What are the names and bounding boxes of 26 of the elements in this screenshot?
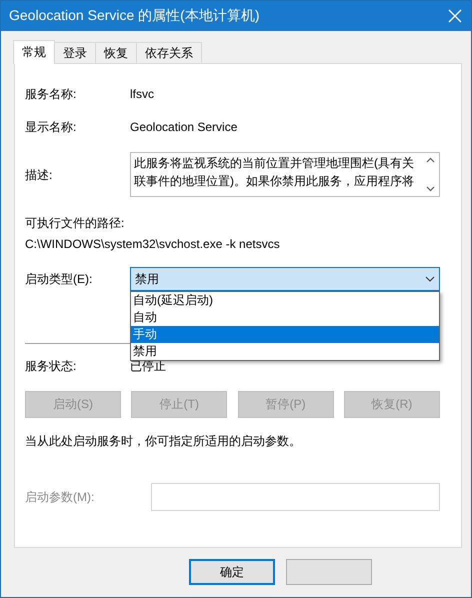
scroll-up-icon[interactable]: [426, 157, 435, 163]
field-label: 可执行文件的路径:: [25, 215, 126, 231]
dropdown-option[interactable]: 禁用: [131, 343, 439, 360]
field-label: 描述:: [25, 166, 54, 182]
status-value: 已停止: [130, 358, 166, 374]
tab[interactable]: 依存关系: [136, 42, 202, 63]
field-value: lfsvc: [130, 86, 154, 102]
hint-text: 当从此处启动服务时，你可指定所适用的启动参数。: [25, 433, 302, 449]
field-label: 启动类型(E):: [25, 271, 94, 287]
tab[interactable]: 常规: [13, 40, 55, 64]
field-label: 启动参数(M):: [25, 489, 96, 505]
field-value: Geolocation Service: [130, 119, 238, 135]
dialog-button[interactable]: 确定: [189, 559, 275, 585]
close-icon[interactable]: [447, 8, 463, 24]
field-label: 服务名称:: [25, 86, 78, 102]
startup-type-dropdown[interactable]: 禁用: [130, 267, 440, 291]
field-label: 显示名称:: [25, 119, 78, 135]
chevron-down-icon: [425, 276, 435, 282]
field-label: 服务状态:: [25, 358, 78, 374]
window-title: Geolocation Service 的属性(本地计算机): [9, 7, 261, 25]
path-text: C:\WINDOWS\system32\svchost.exe -k netsvcs: [25, 236, 281, 252]
scroll-down-icon[interactable]: [426, 186, 435, 192]
dropdown-option[interactable]: 自动: [131, 309, 439, 326]
dropdown-option[interactable]: 自动(延迟启动): [131, 292, 439, 309]
description-box[interactable]: 此服务将监视系统的当前位置并管理地理围栏(具有关联事件的地理位置)。如果你禁用此服务，应用程序将: [130, 152, 440, 197]
dropdown-option[interactable]: 手动: [131, 326, 439, 343]
